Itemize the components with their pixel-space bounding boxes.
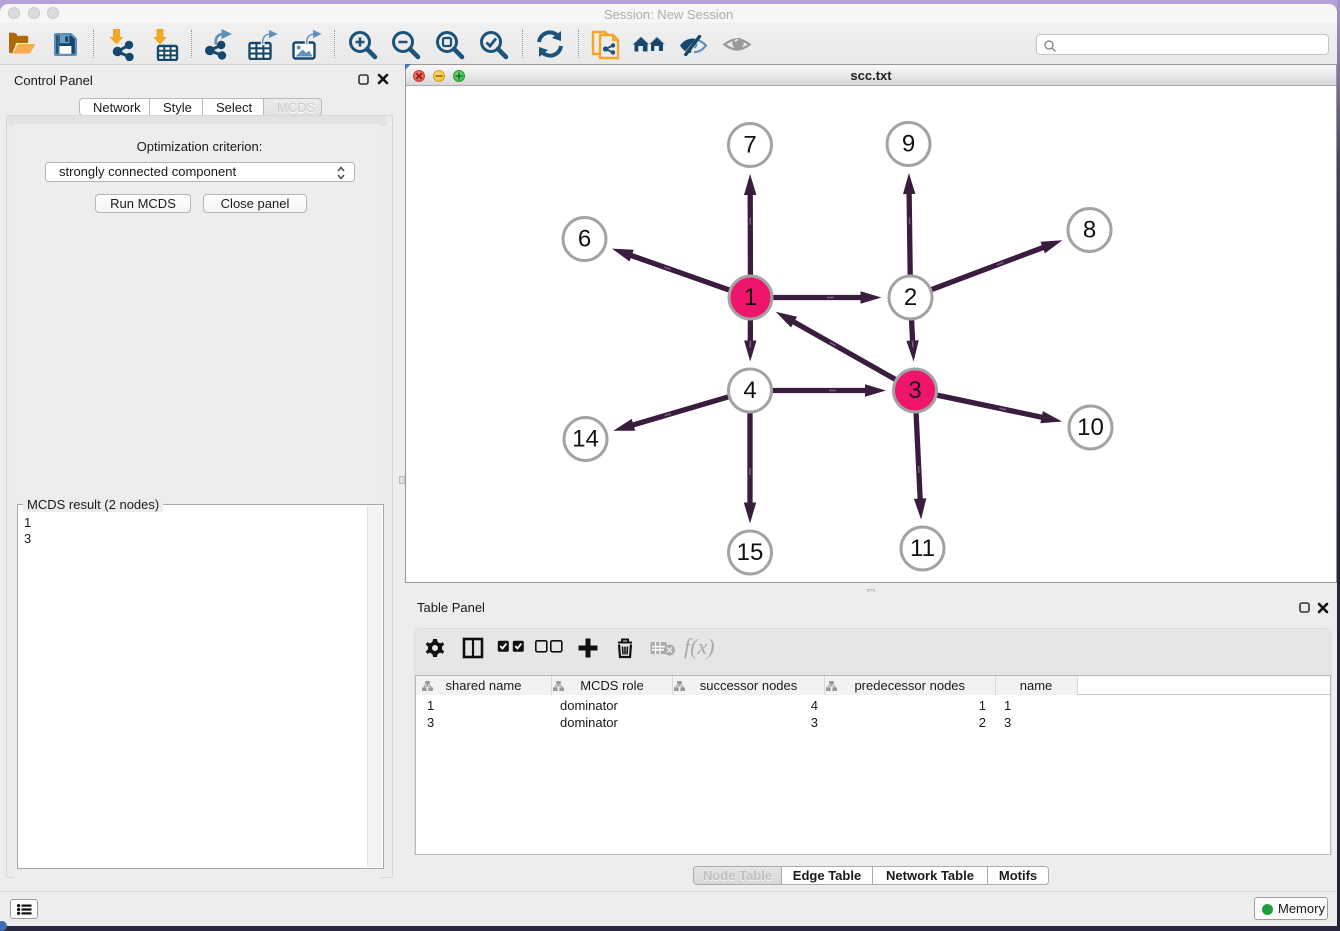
svg-text:11: 11	[910, 535, 935, 562]
svg-text:2: 2	[904, 284, 917, 311]
svg-text:1: 1	[744, 284, 757, 311]
svg-text:9: 9	[902, 131, 915, 158]
svg-text:6: 6	[578, 226, 591, 253]
svg-text:7: 7	[743, 132, 756, 159]
svg-text:10: 10	[1077, 414, 1104, 441]
svg-text:4: 4	[743, 377, 756, 404]
svg-text:14: 14	[572, 426, 599, 453]
svg-text:3: 3	[908, 377, 921, 404]
svg-text:15: 15	[737, 539, 764, 566]
svg-text:8: 8	[1083, 217, 1096, 244]
